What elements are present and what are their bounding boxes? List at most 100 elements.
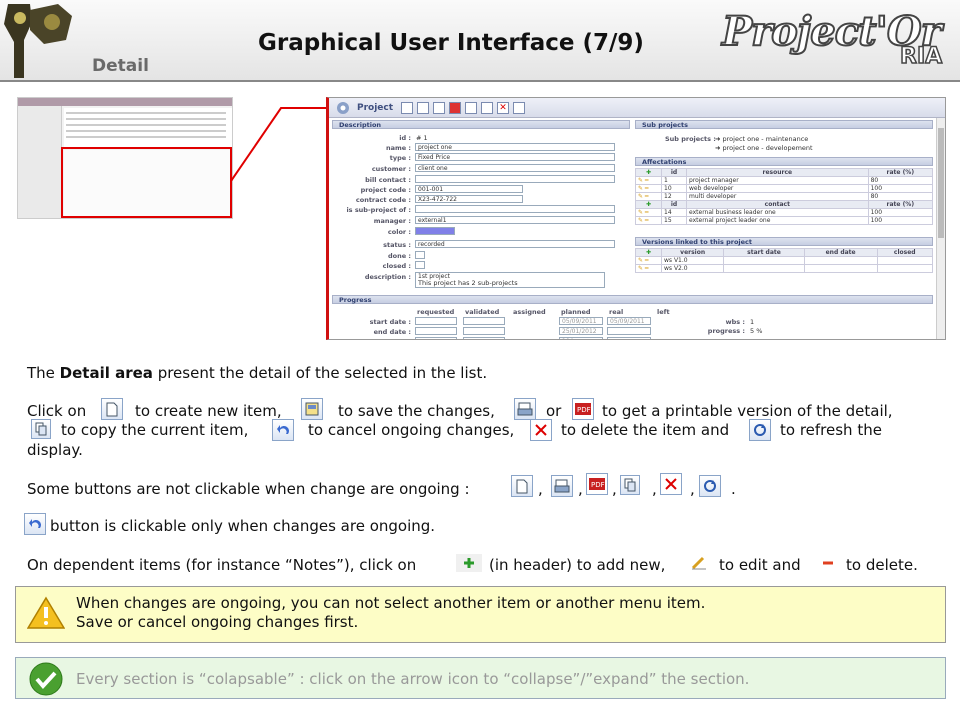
- pdf-icon[interactable]: PDF: [586, 473, 608, 495]
- field-input[interactable]: external1: [415, 216, 615, 224]
- add-icon[interactable]: [456, 554, 482, 572]
- sub-project-item[interactable]: ➜ project one - developement: [715, 144, 813, 152]
- field-input[interactable]: [415, 251, 425, 259]
- copy-icon[interactable]: [620, 475, 640, 495]
- section-versions[interactable]: Versions linked to this project: [635, 237, 933, 246]
- edit-icon[interactable]: ✎ ━: [635, 264, 662, 273]
- copy-icon[interactable]: [465, 102, 477, 114]
- description-line-2: This project has 2 sub-projects: [418, 279, 518, 287]
- copy-icon[interactable]: [31, 419, 51, 439]
- field-input[interactable]: client one: [415, 164, 615, 172]
- table-cell: [803, 256, 878, 265]
- edit-icon[interactable]: ✎ ━: [635, 184, 662, 193]
- edit-icon[interactable]: [688, 554, 710, 572]
- remove-icon[interactable]: [816, 554, 840, 572]
- field-input[interactable]: [415, 175, 615, 183]
- progress-input[interactable]: [463, 327, 505, 335]
- add-icon[interactable]: ✚: [635, 200, 662, 209]
- detail-title: Project: [357, 103, 394, 113]
- table-cell: version: [660, 248, 725, 257]
- delete-icon[interactable]: [530, 419, 552, 441]
- progress-input[interactable]: [415, 337, 457, 339]
- sub-project-item[interactable]: ➜ project one - maintenance: [715, 135, 808, 143]
- field-input[interactable]: [415, 227, 455, 235]
- field-input[interactable]: project one: [415, 143, 615, 151]
- field-input[interactable]: [415, 205, 615, 213]
- table-cell: closed: [876, 248, 934, 257]
- section-affectations[interactable]: Affectations: [635, 157, 933, 166]
- progress-value[interactable]: [607, 327, 651, 335]
- progress-value[interactable]: [607, 337, 651, 339]
- edit-icon[interactable]: ✎ ━: [635, 192, 662, 201]
- progress-input[interactable]: [415, 327, 457, 335]
- affectations-table: ✚ id resource rate (%) ✎ ━ 1 project manager 80…: [635, 168, 934, 225]
- scrollbar[interactable]: [936, 118, 945, 339]
- edit-icon[interactable]: ✎ ━: [635, 176, 662, 185]
- new-icon[interactable]: [401, 102, 413, 114]
- projector-logo-icon: [4, 4, 72, 78]
- edit-icon[interactable]: ✎ ━: [635, 256, 662, 265]
- save-icon[interactable]: [301, 398, 323, 420]
- warning-line-1: When changes are ongoing, you can not se…: [76, 594, 706, 612]
- print-icon[interactable]: [514, 398, 536, 420]
- field-input[interactable]: 001-001: [415, 185, 523, 193]
- progress-value[interactable]: 05/09/2011: [559, 317, 603, 325]
- edit-icon[interactable]: ✎ ━: [635, 208, 662, 217]
- create-text: to create new item,: [135, 402, 282, 420]
- field-input[interactable]: X23-472-722: [415, 195, 523, 203]
- undo-icon[interactable]: [272, 419, 294, 441]
- para-dependent-c: to edit and: [719, 556, 801, 574]
- print-icon[interactable]: [551, 475, 573, 497]
- brand-logo: Project'Or RIA: [721, 7, 943, 70]
- table-cell: resource: [686, 168, 869, 177]
- save-text: to save the changes,: [338, 402, 495, 420]
- table-cell: 100: [867, 216, 934, 225]
- progress-header: assigned: [513, 308, 546, 316]
- field-input[interactable]: recorded: [415, 240, 615, 248]
- refresh-text: to refresh the: [780, 421, 882, 439]
- field-input[interactable]: Fixed Price: [415, 153, 615, 161]
- section-progress[interactable]: Progress: [332, 295, 933, 304]
- field-label: contract code :: [355, 196, 411, 204]
- field-input[interactable]: [415, 261, 425, 269]
- separator: ,: [652, 480, 657, 498]
- delete-icon[interactable]: [660, 473, 682, 495]
- table-row: ✎ ━ ws V1.0: [635, 256, 934, 265]
- progress-header: left: [657, 308, 670, 316]
- field-label: id :: [399, 134, 411, 142]
- para-undo-only: button is clickable only when changes ar…: [50, 517, 436, 535]
- progress-value[interactable]: 25/01/2012: [559, 327, 603, 335]
- table-cell: [803, 264, 878, 273]
- pdf-icon[interactable]: PDF: [572, 398, 594, 420]
- edit-icon[interactable]: ✎ ━: [635, 216, 662, 225]
- progress-value[interactable]: 104: [559, 337, 603, 339]
- table-cell: contact: [686, 200, 869, 209]
- delete-icon[interactable]: ✕: [497, 102, 509, 114]
- table-cell: [876, 264, 934, 273]
- new-icon[interactable]: [511, 475, 533, 497]
- cancel-text: to cancel ongoing changes,: [308, 421, 515, 439]
- table-cell: [723, 264, 805, 273]
- section-description[interactable]: Description: [332, 120, 630, 129]
- table-row: ✎ ━ 1 project manager 80: [635, 176, 934, 185]
- slide-header: Graphical User Interface (7/9) Detail Pr…: [0, 0, 960, 82]
- pdf-icon[interactable]: [449, 102, 461, 114]
- section-sub-projects[interactable]: Sub projects: [635, 120, 933, 129]
- refresh-icon[interactable]: [513, 102, 525, 114]
- refresh-icon[interactable]: [699, 475, 721, 497]
- new-icon[interactable]: [101, 398, 123, 420]
- brand-sub: RIA: [899, 43, 943, 70]
- add-icon[interactable]: ✚: [635, 248, 662, 257]
- print-icon[interactable]: [433, 102, 445, 114]
- add-icon[interactable]: ✚: [635, 168, 662, 177]
- refresh-icon[interactable]: [749, 419, 771, 441]
- progress-input[interactable]: [463, 317, 505, 325]
- undo-icon[interactable]: [481, 102, 493, 114]
- progress-value[interactable]: 05/09/2011: [607, 317, 651, 325]
- field-label: manager :: [373, 217, 411, 225]
- save-icon[interactable]: [417, 102, 429, 114]
- progress-input[interactable]: [415, 317, 457, 325]
- progress-header: real: [609, 308, 624, 316]
- undo-icon[interactable]: [24, 513, 46, 535]
- progress-input[interactable]: [463, 337, 505, 339]
